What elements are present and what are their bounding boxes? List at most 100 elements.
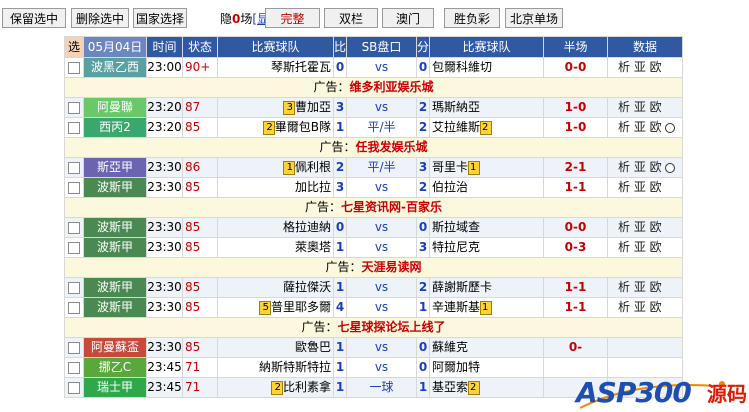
select-checkbox[interactable] <box>68 361 80 374</box>
data-links-text[interactable]: 析 亚 欧 <box>618 280 662 294</box>
away-team[interactable]: 基亞索 <box>432 380 468 394</box>
two-column-button[interactable]: 双栏 <box>324 8 378 28</box>
data-links[interactable]: 析 亚 欧 <box>607 277 683 298</box>
away-team[interactable]: 哥里卡 <box>432 160 468 174</box>
away-team-cell[interactable]: 基亞索 2 <box>429 377 544 398</box>
select-cell[interactable] <box>64 57 84 78</box>
ad-link[interactable]: 维多利亚娱乐城 <box>350 80 434 94</box>
data-links-text[interactable]: 析 亚 欧 <box>618 220 662 234</box>
data-links[interactable] <box>607 337 683 358</box>
home-team-cell[interactable]: 3 曹加亞 <box>217 97 334 118</box>
select-checkbox[interactable] <box>68 241 80 254</box>
select-cell[interactable] <box>64 177 84 198</box>
data-links-text[interactable]: 析 亚 欧 <box>618 120 662 134</box>
ad-link[interactable]: 七星球探论坛上线了 <box>338 320 446 334</box>
delete-selected-button[interactable]: 删除选中 <box>71 8 129 28</box>
home-team[interactable]: 格拉迪納 <box>283 220 331 234</box>
ad-link[interactable]: 七星资讯网-百家乐 <box>341 200 442 214</box>
home-team[interactable]: 琴斯托霍瓦 <box>271 60 331 74</box>
data-links[interactable]: 析 亚 欧 <box>607 217 683 238</box>
away-team[interactable]: 阿爾加特 <box>432 360 480 374</box>
select-checkbox[interactable] <box>68 181 80 194</box>
home-team-cell[interactable]: 1 佩利根 <box>217 157 334 178</box>
data-links-text[interactable]: 析 亚 欧 <box>618 240 662 254</box>
away-team-cell[interactable]: 哥里卡 1 <box>429 157 544 178</box>
home-team-cell[interactable]: 萊奧塔 <box>217 237 334 258</box>
away-team-cell[interactable]: 特拉尼克 <box>429 237 544 258</box>
select-checkbox[interactable] <box>68 121 80 134</box>
away-team[interactable]: 蘇維克 <box>432 340 468 354</box>
home-team[interactable]: 納斯特斯特拉 <box>259 360 331 374</box>
macau-button[interactable]: 澳门 <box>382 8 434 28</box>
data-links-text[interactable]: 析 亚 欧 <box>618 100 662 114</box>
away-team[interactable]: 特拉尼克 <box>432 240 480 254</box>
select-checkbox[interactable] <box>68 341 80 354</box>
select-checkbox[interactable] <box>68 221 80 234</box>
select-checkbox[interactable] <box>68 381 80 394</box>
away-team[interactable]: 薛謝斯歷卡 <box>432 280 492 294</box>
league-label[interactable]: 波斯甲 <box>83 277 147 298</box>
select-cell[interactable] <box>64 217 84 238</box>
away-team[interactable]: 瑪斯納亞 <box>432 100 480 114</box>
home-team[interactable]: 曹加亞 <box>295 100 331 114</box>
away-team-cell[interactable]: 蘇維克 <box>429 337 544 358</box>
data-links-text[interactable]: 析 亚 欧 <box>618 300 662 314</box>
away-team-cell[interactable]: 瑪斯納亞 <box>429 97 544 118</box>
home-team[interactable]: 萊奧塔 <box>295 240 331 254</box>
select-cell[interactable] <box>64 357 84 378</box>
away-team[interactable]: 包爾科維切 <box>432 60 492 74</box>
away-team[interactable]: 斯拉域查 <box>432 220 480 234</box>
league-label[interactable]: 挪乙C <box>83 357 147 378</box>
data-links[interactable]: 析 亚 欧 <box>607 237 683 258</box>
win-lose-button[interactable]: 胜负彩 <box>444 8 500 28</box>
league-label[interactable]: 瑞士甲 <box>83 377 147 398</box>
data-links[interactable]: 析 亚 欧 <box>607 177 683 198</box>
league-label[interactable]: 波斯甲 <box>83 237 147 258</box>
away-team-cell[interactable]: 斯拉域查 <box>429 217 544 238</box>
ad-link[interactable]: 天涯易读网 <box>362 260 422 274</box>
league-label[interactable]: 斯亞甲 <box>83 157 147 178</box>
select-cell[interactable] <box>64 117 84 138</box>
select-cell[interactable] <box>64 97 84 118</box>
league-label[interactable]: 西丙2 <box>83 117 147 138</box>
select-cell[interactable] <box>64 157 84 178</box>
data-links[interactable]: 析 亚 欧 <box>607 297 683 318</box>
league-label[interactable]: 阿曼蘇盃 <box>83 337 147 358</box>
data-links-text[interactable]: 析 亚 欧 <box>618 180 662 194</box>
beijing-single-button[interactable]: 北京单场 <box>505 8 563 28</box>
home-team-cell[interactable]: 薩拉傑沃 <box>217 277 334 298</box>
data-links[interactable]: 析 亚 欧 <box>607 157 683 178</box>
data-links[interactable]: 析 亚 欧 <box>607 57 683 78</box>
away-team[interactable]: 艾拉維斯 <box>432 120 480 134</box>
home-team-cell[interactable]: 2 畢爾包B隊 <box>217 117 334 138</box>
league-label[interactable]: 波黑乙西 <box>83 57 147 78</box>
data-links-text[interactable]: 析 亚 欧 <box>618 60 662 74</box>
complete-view-button[interactable]: 完整 <box>265 8 320 28</box>
select-cell[interactable] <box>64 377 84 398</box>
select-cell[interactable] <box>64 297 84 318</box>
home-team-cell[interactable]: 加比拉 <box>217 177 334 198</box>
keep-selected-button[interactable]: 保留选中 <box>2 8 66 28</box>
away-team-cell[interactable]: 辛連斯基 1 <box>429 297 544 318</box>
home-team-cell[interactable]: 格拉迪納 <box>217 217 334 238</box>
country-select-button[interactable]: 国家选择 <box>133 8 187 28</box>
away-team-cell[interactable]: 阿爾加特 <box>429 357 544 378</box>
league-label[interactable]: 阿曼聯 <box>83 97 147 118</box>
select-checkbox[interactable] <box>68 61 80 74</box>
away-team-cell[interactable]: 艾拉維斯 2 <box>429 117 544 138</box>
away-team[interactable]: 辛連斯基 <box>432 300 480 314</box>
select-checkbox[interactable] <box>68 161 80 174</box>
home-team[interactable]: 畢爾包B隊 <box>275 120 331 134</box>
data-links-text[interactable]: 析 亚 欧 <box>618 160 662 174</box>
select-checkbox[interactable] <box>68 101 80 114</box>
away-team[interactable]: 伯拉治 <box>432 180 468 194</box>
home-team-cell[interactable]: 5 普里耶多爾 <box>217 297 334 318</box>
select-cell[interactable] <box>64 277 84 298</box>
home-team[interactable]: 比利素拿 <box>283 380 331 394</box>
home-team-cell[interactable]: 納斯特斯特拉 <box>217 357 334 378</box>
home-team-cell[interactable]: 2 比利素拿 <box>217 377 334 398</box>
home-team-cell[interactable]: 歐魯巴 <box>217 337 334 358</box>
select-checkbox[interactable] <box>68 301 80 314</box>
league-label[interactable]: 波斯甲 <box>83 297 147 318</box>
select-cell[interactable] <box>64 337 84 358</box>
